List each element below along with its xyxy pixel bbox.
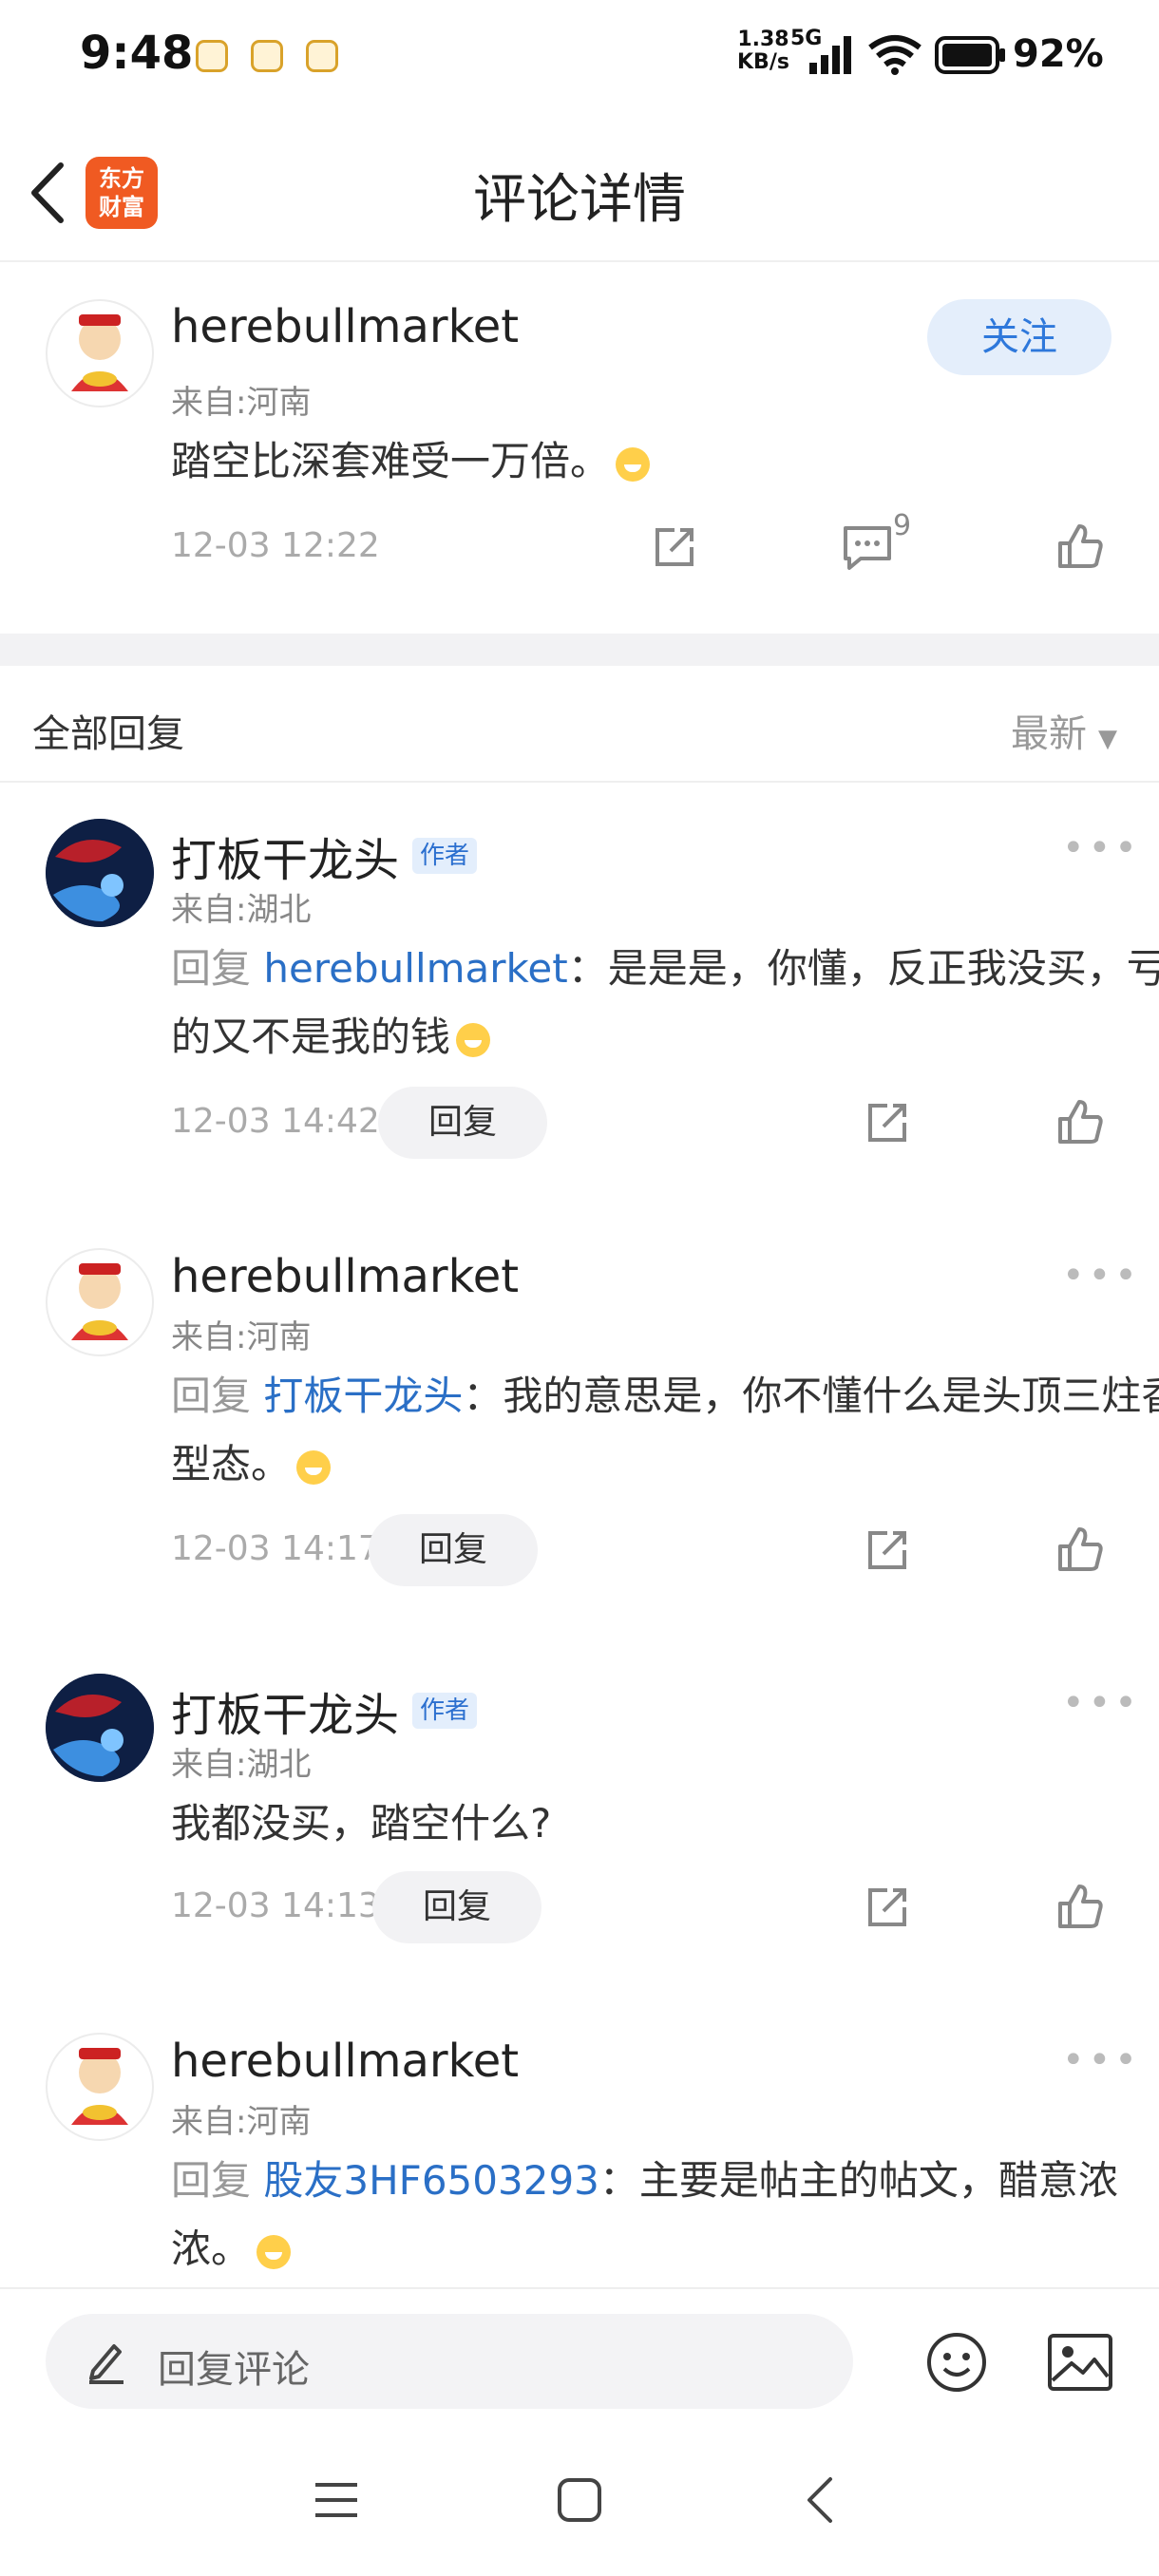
avatar[interactable]: [46, 299, 154, 407]
comment-icon[interactable]: [842, 522, 893, 572]
reply-input-placeholder[interactable]: 回复评论: [158, 2339, 310, 2394]
caishen-avatar-icon: [71, 2048, 128, 2125]
comment-location: 来自:河南: [171, 384, 312, 422]
emoji-icon[interactable]: [925, 2331, 988, 2394]
grin-emoji-icon: [296, 1449, 332, 1485]
reply-author[interactable]: herebullmarket: [171, 1250, 519, 1303]
comment-text: 踏空比深套难受一万倍。: [171, 427, 1159, 496]
reply-timestamp: 12-03 14:42: [171, 1102, 380, 1141]
battery-percent: 92%: [1013, 32, 1104, 76]
reply-location: 来自:湖北: [171, 891, 312, 929]
section-separator: [0, 634, 1159, 666]
all-replies-label: 全部回复: [32, 712, 184, 756]
reply-author[interactable]: herebullmarket: [171, 2035, 519, 2088]
more-options-icon[interactable]: •••: [1062, 1681, 1141, 1725]
wifi-icon: [868, 35, 922, 75]
like-icon[interactable]: [1056, 1098, 1104, 1146]
dragon-avatar-icon: [46, 819, 154, 927]
author-badge: 作者: [412, 1693, 478, 1729]
mention-link[interactable]: 打板干龙头: [263, 1373, 463, 1419]
reply-text: 回复 herebullmarket：是是是，你懂，反正我没买，亏的又不是我的钱: [171, 945, 1159, 1060]
mention-link[interactable]: 股友3HF6503293: [263, 2157, 599, 2204]
reply-timestamp: 12-03 14:13: [171, 1886, 380, 1925]
grin-emoji-icon: [616, 446, 651, 482]
home-icon[interactable]: [557, 2477, 602, 2523]
share-icon[interactable]: [864, 1527, 910, 1573]
avatar[interactable]: [46, 1674, 154, 1782]
avatar[interactable]: [46, 1248, 154, 1356]
menu-icon[interactable]: [314, 2479, 359, 2521]
nav-back-icon[interactable]: [806, 2475, 834, 2525]
more-options-icon[interactable]: •••: [1062, 1254, 1141, 1297]
sort-dropdown[interactable]: 最新 ▼: [1011, 703, 1117, 758]
signal-icon: [809, 36, 851, 74]
more-options-icon[interactable]: •••: [1062, 2038, 1141, 2082]
reply-location: 来自:河南: [171, 2103, 312, 2141]
reply-location: 来自:河南: [171, 1318, 312, 1356]
status-time: 9:48: [80, 27, 194, 80]
caret-down-icon: ▼: [1098, 725, 1117, 753]
pencil-icon: [89, 2344, 124, 2384]
battery-icon: [935, 36, 1005, 74]
reply-author[interactable]: 打板干龙头: [171, 1677, 399, 1744]
author-badge: 作者: [412, 838, 478, 874]
section-divider: [0, 781, 1159, 783]
reply-button[interactable]: 回复: [372, 1871, 542, 1943]
avatar[interactable]: [46, 819, 154, 927]
reply-button[interactable]: 回复: [369, 1514, 538, 1586]
comment-timestamp: 12-03 12:22: [171, 526, 380, 565]
reply-text: 我都没买，踏空什么?: [171, 1800, 552, 1847]
share-icon[interactable]: [652, 524, 697, 570]
bottom-divider: [0, 2287, 1159, 2289]
comment-author[interactable]: herebullmarket: [171, 300, 519, 353]
reply-text: 回复 打板干龙头：我的意思是，你不懂什么是头顶三炷香型态。: [171, 1373, 1159, 1487]
notification-app-icon: [196, 40, 228, 72]
like-icon[interactable]: [1056, 1883, 1104, 1930]
like-icon[interactable]: [1056, 1525, 1104, 1573]
laugh-emoji-icon: [456, 1022, 491, 1057]
more-options-icon[interactable]: •••: [1062, 826, 1141, 870]
page-title: 评论详情: [473, 169, 686, 231]
share-icon[interactable]: [864, 1885, 910, 1930]
reply-button[interactable]: 回复: [378, 1087, 547, 1159]
reply-text: 回复 股友3HF6503293：主要是帖主的帖文，醋意浓浓。: [171, 2157, 1118, 2272]
caishen-avatar-icon: [71, 1263, 128, 1340]
grin-emoji-icon: [256, 2234, 292, 2269]
notification-app-icon: [306, 40, 338, 72]
share-icon[interactable]: [864, 1100, 910, 1146]
notification-app-icon: [251, 40, 283, 72]
mention-link[interactable]: herebullmarket: [263, 945, 567, 992]
avatar[interactable]: [46, 2033, 154, 2141]
caishen-avatar-icon: [71, 314, 128, 391]
reply-count: 9: [893, 509, 912, 542]
header-divider: [0, 260, 1159, 262]
image-icon[interactable]: [1047, 2333, 1113, 2392]
reply-timestamp: 12-03 14:17: [171, 1529, 380, 1568]
like-icon[interactable]: [1056, 522, 1104, 570]
follow-button[interactable]: 关注: [927, 299, 1112, 375]
dragon-avatar-icon: [46, 1674, 154, 1782]
net-speed: 1.38 KB/s: [737, 28, 789, 74]
reply-location: 来自:湖北: [171, 1746, 312, 1784]
reply-author[interactable]: 打板干龙头: [171, 823, 399, 889]
